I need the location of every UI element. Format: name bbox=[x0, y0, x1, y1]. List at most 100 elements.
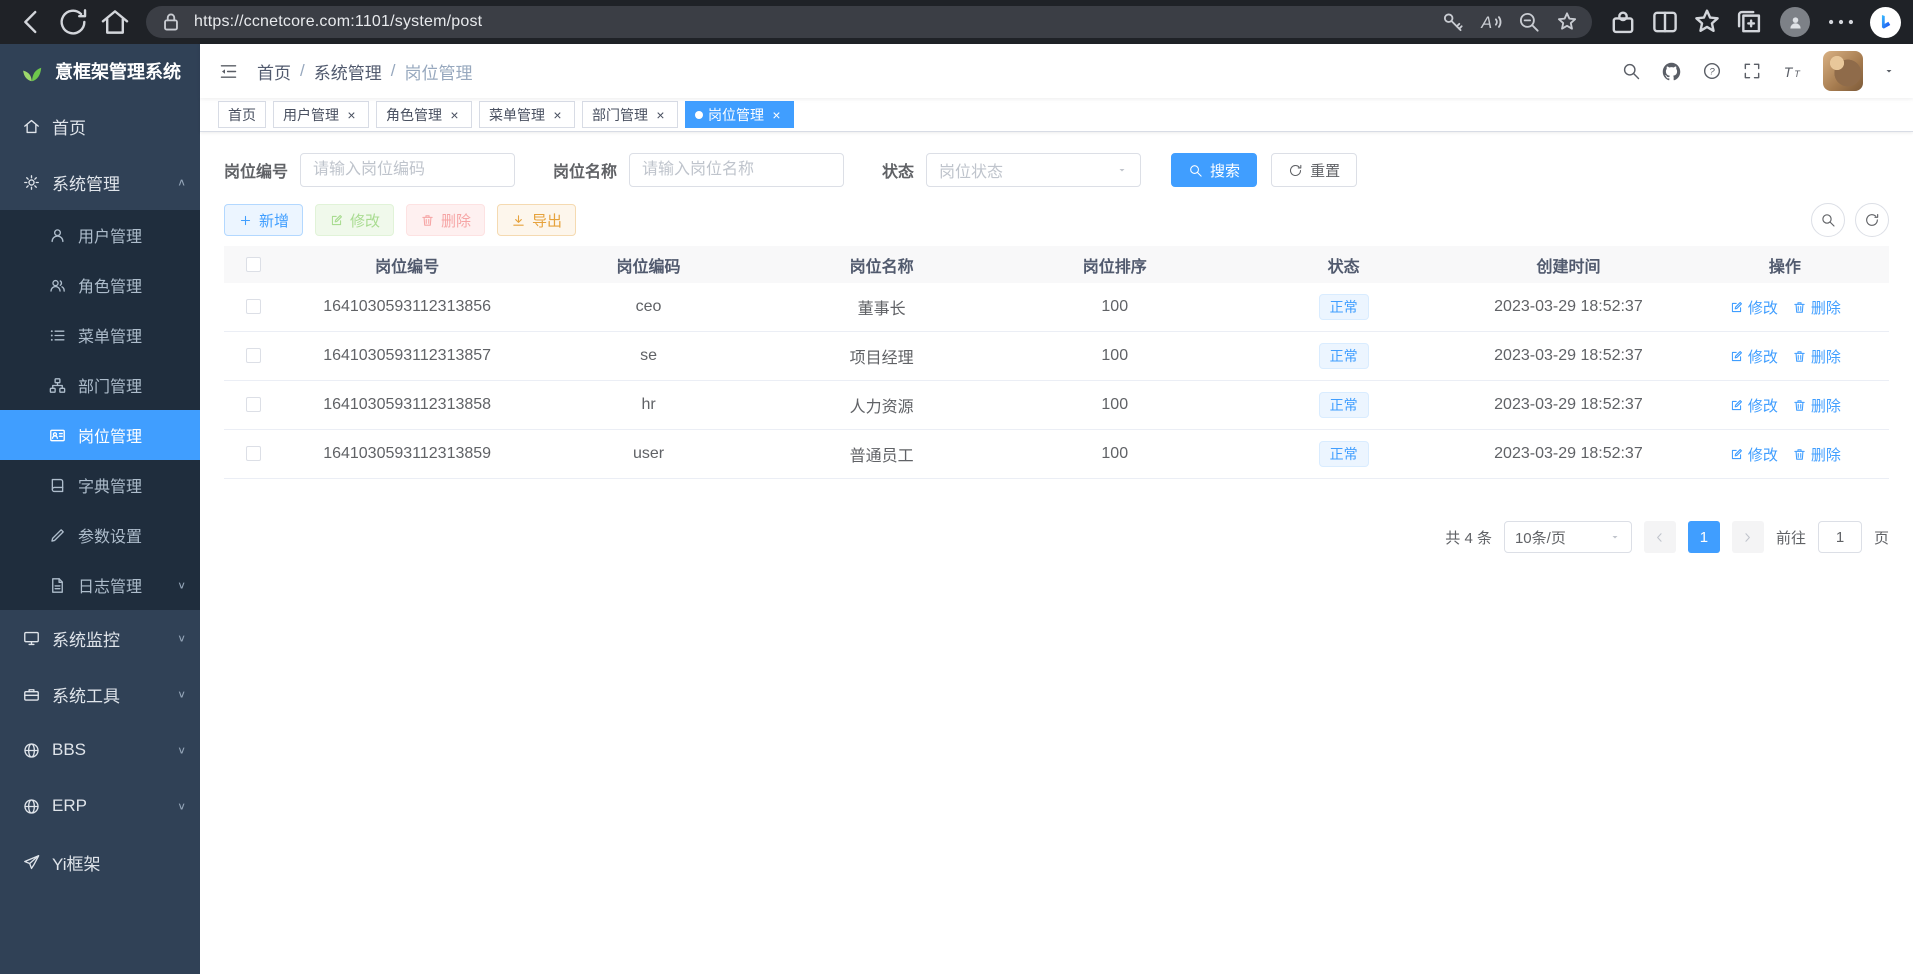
tab-5[interactable]: 岗位管理 × bbox=[685, 101, 794, 128]
row-checkbox[interactable] bbox=[246, 397, 261, 412]
read-aloud-icon[interactable]: A bbox=[1476, 9, 1506, 35]
edit-icon bbox=[1729, 300, 1744, 315]
row-edit-button[interactable]: 修改 bbox=[1729, 444, 1778, 465]
chevron-left-icon bbox=[1652, 530, 1667, 545]
row-edit-label: 修改 bbox=[1748, 444, 1778, 465]
sidebar-item-13[interactable]: ERP ∨ bbox=[0, 778, 200, 834]
browser-home-button[interactable] bbox=[96, 5, 134, 39]
page-size-select[interactable]: 10条/页 bbox=[1504, 521, 1632, 553]
sidebar-item-8[interactable]: 参数设置 bbox=[0, 510, 200, 560]
chevron-icon: ∨ bbox=[177, 632, 186, 644]
status-badge: 正常 bbox=[1319, 441, 1369, 467]
search-button[interactable]: 搜索 bbox=[1171, 153, 1257, 187]
tab-3[interactable]: 菜单管理 × bbox=[479, 101, 575, 128]
tab-close-icon[interactable]: × bbox=[653, 107, 668, 122]
browser-chrome: https://ccnetcore.com:1101/system/post A bbox=[0, 0, 1913, 44]
row-edit-button[interactable]: 修改 bbox=[1729, 297, 1778, 318]
sidebar-item-12[interactable]: BBS ∨ bbox=[0, 722, 200, 778]
browser-profile-avatar[interactable] bbox=[1780, 7, 1810, 37]
delete-button[interactable]: 删除 bbox=[406, 204, 485, 236]
sidebar-item-6[interactable]: 岗位管理 bbox=[0, 410, 200, 460]
tab-close-icon[interactable]: × bbox=[344, 107, 359, 122]
split-screen-icon[interactable] bbox=[1646, 5, 1684, 39]
header-search-icon[interactable] bbox=[1621, 61, 1641, 81]
menu-icon bbox=[48, 376, 67, 395]
sidebar-item-1[interactable]: 系统管理 ∧ bbox=[0, 154, 200, 210]
search-icon bbox=[1820, 212, 1836, 228]
table-row-3: 1641030593112313859 user 普通员工 100 正常 202… bbox=[224, 430, 1889, 479]
row-edit-button[interactable]: 修改 bbox=[1729, 395, 1778, 416]
browser-menu-icon[interactable] bbox=[1822, 5, 1860, 39]
sidebar-item-9[interactable]: 日志管理 ∨ bbox=[0, 560, 200, 610]
password-manager-icon[interactable] bbox=[1438, 9, 1468, 35]
sidebar-item-7[interactable]: 字典管理 bbox=[0, 460, 200, 510]
sidebar-item-14[interactable]: Yi框架 bbox=[0, 834, 200, 890]
user-menu-caret-icon[interactable] bbox=[1883, 65, 1895, 77]
add-button[interactable]: 新增 bbox=[224, 204, 303, 236]
url-text[interactable]: https://ccnetcore.com:1101/system/post bbox=[194, 13, 1430, 31]
favorites-icon[interactable] bbox=[1688, 5, 1726, 39]
collections-icon[interactable] bbox=[1730, 5, 1768, 39]
cell-post-id: 1641030593112313857 bbox=[282, 347, 532, 365]
sidebar-item-3[interactable]: 角色管理 bbox=[0, 260, 200, 310]
row-delete-button[interactable]: 删除 bbox=[1792, 346, 1841, 367]
sidebar-item-0[interactable]: 首页 bbox=[0, 98, 200, 154]
help-icon[interactable]: ? bbox=[1702, 61, 1722, 81]
sidebar-item-2[interactable]: 用户管理 bbox=[0, 210, 200, 260]
breadcrumb-system[interactable]: 系统管理 bbox=[314, 59, 382, 84]
sidebar-item-4[interactable]: 菜单管理 bbox=[0, 310, 200, 360]
tab-1[interactable]: 用户管理 × bbox=[273, 101, 369, 128]
status-select[interactable]: 岗位状态 bbox=[926, 153, 1141, 187]
row-delete-button[interactable]: 删除 bbox=[1792, 395, 1841, 416]
page-1-button[interactable]: 1 bbox=[1688, 521, 1720, 553]
tab-4[interactable]: 部门管理 × bbox=[582, 101, 678, 128]
row-checkbox[interactable] bbox=[246, 299, 261, 314]
logo-title: 意框架管理系统 bbox=[55, 58, 181, 84]
reset-button[interactable]: 重置 bbox=[1271, 153, 1357, 187]
export-button[interactable]: 导出 bbox=[497, 204, 576, 236]
add-favorite-icon[interactable] bbox=[1552, 9, 1582, 35]
fullscreen-icon[interactable] bbox=[1742, 61, 1762, 81]
prev-page-button[interactable] bbox=[1644, 521, 1676, 553]
zoom-icon[interactable] bbox=[1514, 9, 1544, 35]
post-name-input[interactable] bbox=[629, 153, 844, 187]
address-bar[interactable]: https://ccnetcore.com:1101/system/post A bbox=[146, 6, 1592, 38]
browser-back-button[interactable] bbox=[12, 5, 50, 39]
table-tools bbox=[1811, 203, 1889, 237]
user-avatar[interactable] bbox=[1823, 51, 1863, 91]
toggle-search-button[interactable] bbox=[1811, 203, 1845, 237]
cell-post-id: 1641030593112313858 bbox=[282, 396, 532, 414]
browser-refresh-button[interactable] bbox=[54, 5, 92, 39]
row-checkbox[interactable] bbox=[246, 348, 261, 363]
row-edit-button[interactable]: 修改 bbox=[1729, 346, 1778, 367]
edit-button[interactable]: 修改 bbox=[315, 204, 394, 236]
github-icon[interactable] bbox=[1661, 61, 1682, 82]
row-checkbox[interactable] bbox=[246, 446, 261, 461]
tab-close-icon[interactable]: × bbox=[769, 107, 784, 122]
select-all-checkbox[interactable] bbox=[246, 257, 261, 272]
tabs-bar: 首页 × 用户管理 × 角色管理 × 菜单管理 bbox=[200, 98, 1913, 132]
row-delete-button[interactable]: 删除 bbox=[1792, 297, 1841, 318]
copilot-bing-icon[interactable] bbox=[1870, 7, 1901, 38]
post-id-input[interactable] bbox=[300, 153, 515, 187]
tab-close-icon[interactable]: × bbox=[550, 107, 565, 122]
sidebar-item-11[interactable]: 系统工具 ∨ bbox=[0, 666, 200, 722]
row-delete-button[interactable]: 删除 bbox=[1792, 444, 1841, 465]
next-page-button[interactable] bbox=[1732, 521, 1764, 553]
refresh-table-button[interactable] bbox=[1855, 203, 1889, 237]
sidebar-item-10[interactable]: 系统监控 ∨ bbox=[0, 610, 200, 666]
page-number: 1 bbox=[1700, 529, 1708, 546]
font-size-icon[interactable]: TT bbox=[1782, 61, 1803, 82]
tab-label: 用户管理 bbox=[283, 105, 339, 125]
tab-close-icon[interactable]: × bbox=[447, 107, 462, 122]
tab-2[interactable]: 角色管理 × bbox=[376, 101, 472, 128]
app-logo[interactable]: 意框架管理系统 bbox=[0, 44, 200, 98]
extensions-icon[interactable] bbox=[1604, 5, 1642, 39]
sidebar-item-5[interactable]: 部门管理 bbox=[0, 360, 200, 410]
breadcrumb-home[interactable]: 首页 bbox=[257, 59, 291, 84]
row-edit-label: 修改 bbox=[1748, 395, 1778, 416]
goto-page-input[interactable] bbox=[1818, 521, 1862, 553]
tab-0[interactable]: 首页 × bbox=[218, 101, 266, 128]
site-info-icon[interactable] bbox=[156, 9, 186, 35]
sidebar-toggle-button[interactable] bbox=[218, 61, 239, 82]
